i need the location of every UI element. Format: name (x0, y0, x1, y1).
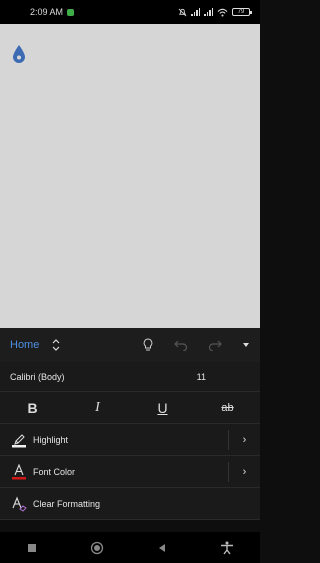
clear-formatting-label: Clear Formatting (33, 498, 101, 509)
status-icons: 79 (178, 8, 252, 17)
underline-button[interactable]: U (148, 400, 178, 416)
back-icon[interactable] (157, 543, 167, 553)
home-icon[interactable] (90, 541, 104, 555)
status-bar: 2:09 AM 79 (0, 0, 260, 24)
font-color-label: Font Color (33, 466, 76, 477)
accessibility-icon[interactable] (220, 541, 234, 555)
font-row: Calibri (Body) 11 (0, 362, 260, 392)
system-nav-bar (0, 532, 260, 563)
font-name-selector[interactable]: Calibri (Body) (10, 372, 65, 382)
dropdown-icon[interactable] (242, 342, 250, 348)
ribbon-header: Home (0, 328, 260, 362)
tab-home[interactable]: Home (10, 339, 39, 351)
drop-icon (13, 45, 25, 63)
signal-icon (191, 8, 200, 16)
font-color-icon (10, 463, 28, 481)
highlight-label: Highlight (33, 434, 69, 445)
strikethrough-button[interactable]: ab (213, 402, 243, 414)
clear-formatting-icon (10, 495, 28, 513)
font-color-chevron-icon[interactable]: › (228, 462, 260, 482)
notification-icon (67, 8, 75, 16)
battery-icon: 79 (232, 8, 252, 16)
redo-icon[interactable] (208, 339, 222, 351)
font-color-item[interactable]: Font Color › (0, 456, 260, 488)
lightbulb-icon[interactable] (142, 338, 154, 352)
highlight-item[interactable]: Highlight › (0, 424, 260, 456)
signal-icon-2 (204, 8, 213, 16)
undo-icon[interactable] (174, 339, 188, 351)
document-canvas[interactable] (0, 24, 260, 328)
font-size-selector[interactable]: 11 (197, 372, 206, 382)
status-time: 2:09 AM (30, 7, 64, 17)
mute-bell-icon (178, 8, 187, 16)
highlight-chevron-icon[interactable]: › (228, 430, 260, 450)
italic-button[interactable]: I (83, 400, 113, 416)
wifi-icon (217, 8, 228, 16)
highlighter-icon (10, 431, 28, 449)
bold-button[interactable]: B (18, 400, 48, 416)
format-menu: Highlight › Font Color › Clear Formattin… (0, 424, 260, 520)
format-row: B I U ab (0, 392, 260, 424)
recent-apps-icon[interactable] (27, 543, 37, 553)
tab-switcher-icon[interactable] (51, 338, 61, 352)
clear-formatting-item[interactable]: Clear Formatting (0, 488, 260, 520)
